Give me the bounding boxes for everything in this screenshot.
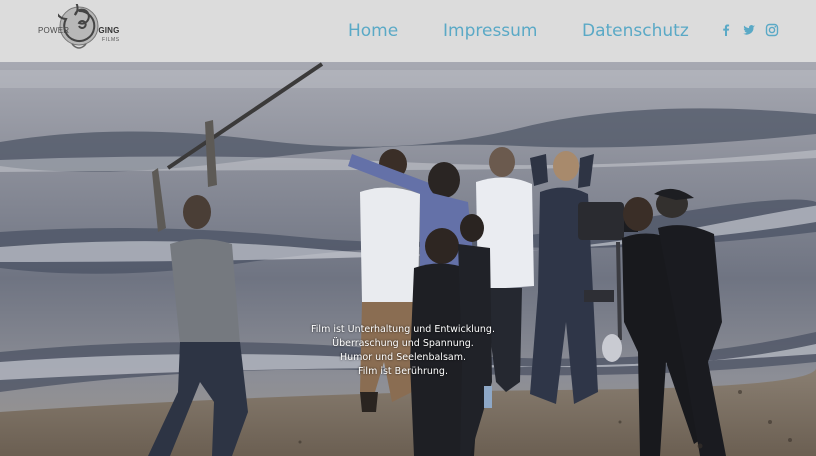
- hero-photo: Film ist Unterhaltung und Entwicklung. Ü…: [0, 62, 816, 456]
- tagline-line: Überraschung und Spannung.: [332, 338, 474, 349]
- nav-home[interactable]: Home: [348, 18, 398, 44]
- site-logo[interactable]: POWER GING FILMS: [36, 4, 128, 58]
- twitter-icon[interactable]: [741, 22, 757, 38]
- site-header: POWER GING FILMS Home Impressum Datensch…: [0, 0, 816, 62]
- nav-impressum[interactable]: Impressum: [443, 18, 538, 44]
- logo-subtitle: FILMS: [102, 37, 120, 43]
- beach-film-crew-image: [0, 62, 816, 456]
- tagline-line: Film ist Unterhaltung und Entwicklung.: [311, 324, 495, 335]
- nav-datenschutz[interactable]: Datenschutz: [582, 18, 689, 44]
- instagram-icon[interactable]: [764, 22, 780, 38]
- tagline-line: Humor und Seelenbalsam.: [339, 352, 466, 363]
- hero-tagline: Film ist Unterhaltung und Entwicklung. Ü…: [0, 323, 816, 379]
- logo-wordmark-right: GING: [98, 26, 120, 35]
- tagline-line: Film ist Berührung.: [358, 366, 448, 377]
- facebook-icon[interactable]: [718, 22, 734, 38]
- page: POWER GING FILMS Home Impressum Datensch…: [0, 0, 816, 456]
- logo-wordmark-left: POWER: [38, 26, 70, 35]
- logo-wordmark: POWER GING: [38, 26, 120, 35]
